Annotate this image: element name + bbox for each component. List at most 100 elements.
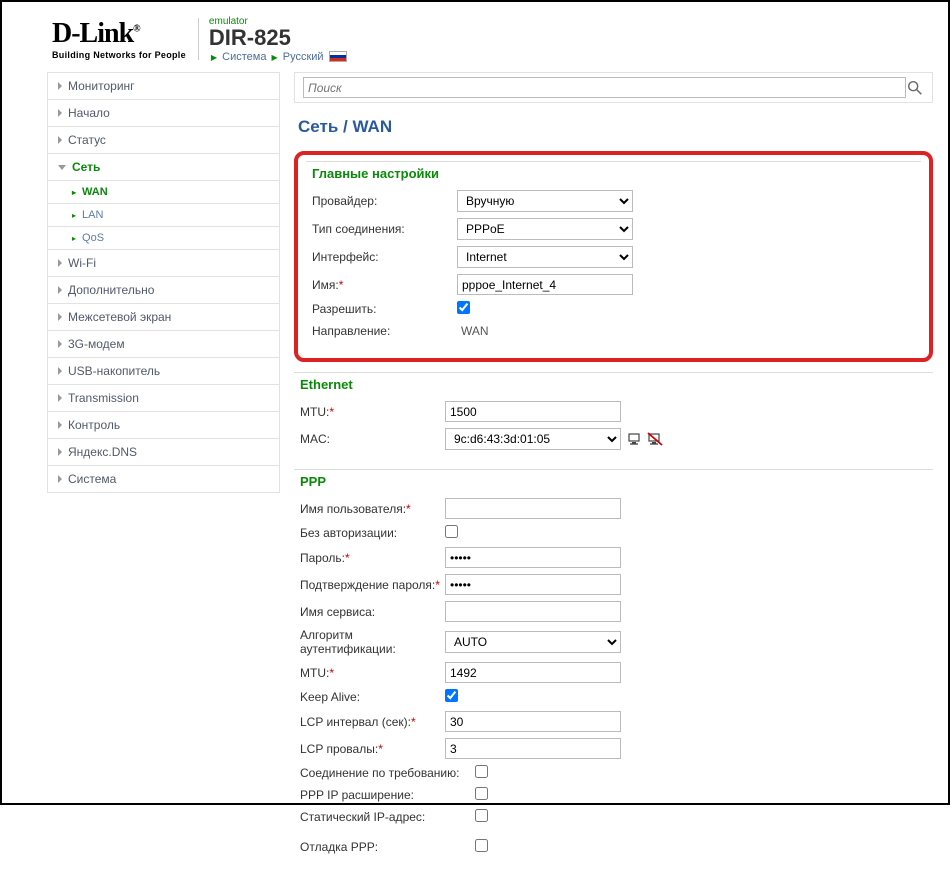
crumb-language[interactable]: Русский <box>283 51 324 63</box>
chevron-down-icon <box>58 165 66 170</box>
name-input[interactable] <box>457 274 633 295</box>
ppp-lcp-int-label: LCP интервал (сек):* <box>300 715 445 729</box>
logo-block: D-Link® Building Networks for People <box>52 18 199 60</box>
model-name: DIR-825 <box>209 27 347 49</box>
iface-label: Интерфейс: <box>312 250 457 264</box>
highlighted-main-settings: Главные настройки Провайдер: Вручную Тип… <box>294 151 933 362</box>
ppp-service-input[interactable] <box>445 601 621 622</box>
sidebar-item-yandexdns[interactable]: Яндекс.DNS <box>47 439 280 466</box>
ppp-pass-label: Пароль:* <box>300 551 445 565</box>
ppp-ondemand-checkbox[interactable] <box>475 765 488 778</box>
direction-label: Направление: <box>312 324 457 338</box>
brand-logo: D-Link® <box>52 18 186 50</box>
ppp-auth-select[interactable]: AUTO <box>445 631 621 653</box>
model-block: emulator DIR-825 ▶ Система ▶ Русский <box>209 16 347 63</box>
chevron-right-icon <box>58 367 62 375</box>
section-title-main: Главные настройки <box>306 166 921 181</box>
eth-mac-select[interactable]: 9c:d6:43:3d:01:05 <box>445 428 621 450</box>
restore-mac-icon[interactable] <box>647 432 663 446</box>
header-crumbs: ▶ Система ▶ Русский <box>209 51 347 63</box>
chevron-right-icon: ▶ <box>211 53 217 62</box>
flag-ru-icon[interactable] <box>329 51 347 62</box>
sidebar-item-3g[interactable]: 3G-модем <box>47 331 280 358</box>
chevron-right-icon <box>58 313 62 321</box>
sidebar-item-start[interactable]: Начало <box>47 100 280 127</box>
sidebar-sub-wan[interactable]: ▸WAN <box>47 181 280 204</box>
eth-mac-label: MAC: <box>300 432 445 446</box>
ppp-keepalive-checkbox[interactable] <box>445 689 458 702</box>
ppp-debug-label: Отладка PPP: <box>300 840 475 854</box>
ppp-auth-label: Алгоритм аутентификации: <box>300 628 445 656</box>
ppp-confirm-label: Подтверждение пароля:* <box>300 578 445 592</box>
header: D-Link® Building Networks for People emu… <box>2 2 948 72</box>
sidebar-item-network[interactable]: Сеть <box>47 154 280 181</box>
provider-label: Провайдер: <box>312 194 457 208</box>
section-title-ppp: PPP <box>294 474 933 489</box>
chevron-right-icon: ▶ <box>272 53 278 62</box>
sidebar-item-transmission[interactable]: Transmission <box>47 385 280 412</box>
sidebar-item-usb[interactable]: USB-накопитель <box>47 358 280 385</box>
ppp-lcp-fail-input[interactable] <box>445 738 621 759</box>
chevron-right-icon <box>58 340 62 348</box>
sidebar-item-firewall[interactable]: Межсетевой экран <box>47 304 280 331</box>
section-title-ethernet: Ethernet <box>294 377 933 392</box>
chevron-right-icon <box>58 259 62 267</box>
ppp-keepalive-label: Keep Alive: <box>300 690 445 704</box>
sidebar-item-monitoring[interactable]: Мониторинг <box>47 72 280 100</box>
ppp-static-checkbox[interactable] <box>475 809 488 822</box>
conn-type-select[interactable]: PPPoE <box>457 218 633 240</box>
sidebar-sub-qos[interactable]: ▸QoS <box>47 227 280 250</box>
ppp-noauth-label: Без авторизации: <box>300 526 445 540</box>
chevron-right-icon <box>58 82 62 90</box>
bullet-icon: ▸ <box>72 188 76 197</box>
page-title: Сеть / WAN <box>294 117 933 137</box>
search-input[interactable] <box>303 77 906 98</box>
ppp-ipext-checkbox[interactable] <box>475 787 488 800</box>
provider-select[interactable]: Вручную <box>457 190 633 212</box>
ppp-mtu-label: MTU:* <box>300 666 445 680</box>
section-ppp: PPP Имя пользователя:* Без авторизации: … <box>294 469 933 858</box>
name-label: Имя:* <box>312 278 457 292</box>
iface-select[interactable]: Internet <box>457 246 633 268</box>
section-ethernet: Ethernet MTU:* MAC: 9c:d6:43:3d:01:05 <box>294 372 933 453</box>
sidebar-item-status[interactable]: Статус <box>47 127 280 154</box>
sidebar-item-control[interactable]: Контроль <box>47 412 280 439</box>
ppp-user-label: Имя пользователя:* <box>300 502 445 516</box>
sidebar-item-system[interactable]: Система <box>47 466 280 493</box>
conn-type-label: Тип соединения: <box>312 222 457 236</box>
crumb-system[interactable]: Система <box>222 51 266 63</box>
bullet-icon: ▸ <box>72 234 76 243</box>
eth-mtu-input[interactable] <box>445 401 621 422</box>
ppp-noauth-checkbox[interactable] <box>445 525 458 538</box>
chevron-right-icon <box>58 109 62 117</box>
chevron-right-icon <box>58 421 62 429</box>
chevron-right-icon <box>58 475 62 483</box>
ppp-lcp-int-input[interactable] <box>445 711 621 732</box>
ppp-confirm-input[interactable] <box>445 574 621 595</box>
chevron-right-icon <box>58 286 62 294</box>
bullet-icon: ▸ <box>72 211 76 220</box>
ppp-static-label: Статический IP-адрес: <box>300 810 475 824</box>
allow-checkbox[interactable] <box>457 301 470 314</box>
ppp-lcp-fail-label: LCP провалы:* <box>300 742 445 756</box>
sidebar-sub-lan[interactable]: ▸LAN <box>47 204 280 227</box>
allow-label: Разрешить: <box>312 302 457 316</box>
ppp-pass-input[interactable] <box>445 547 621 568</box>
ppp-mtu-input[interactable] <box>445 662 621 683</box>
sidebar-item-wifi[interactable]: Wi-Fi <box>47 250 280 277</box>
ppp-service-label: Имя сервиса: <box>300 605 445 619</box>
search-icon[interactable] <box>906 79 924 97</box>
sidebar: Мониторинг Начало Статус Сеть ▸WAN ▸LAN … <box>47 72 280 864</box>
sidebar-item-advanced[interactable]: Дополнительно <box>47 277 280 304</box>
chevron-right-icon <box>58 448 62 456</box>
search-box <box>294 72 933 103</box>
chevron-right-icon <box>58 394 62 402</box>
main-content: Сеть / WAN Главные настройки Провайдер: … <box>294 72 933 864</box>
clone-mac-icon[interactable] <box>627 432 643 446</box>
ppp-user-input[interactable] <box>445 498 621 519</box>
brand-tagline: Building Networks for People <box>52 50 186 60</box>
ppp-ondemand-label: Соединение по требованию: <box>300 766 475 780</box>
direction-value: WAN <box>457 324 489 338</box>
eth-mtu-label: MTU:* <box>300 405 445 419</box>
ppp-debug-checkbox[interactable] <box>475 839 488 852</box>
